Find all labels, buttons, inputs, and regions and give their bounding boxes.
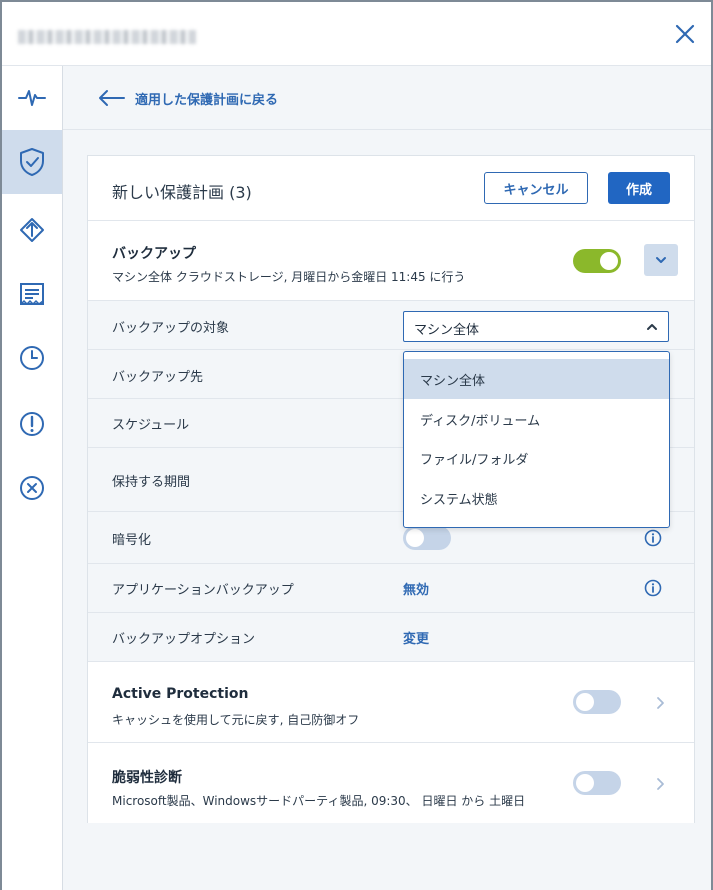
cancel-circle-icon [20, 476, 44, 500]
sidebar-item-deploy[interactable] [2, 198, 62, 262]
protection-plan-card: 新しい保護計画 (3) キャンセル 作成 バックアップ マシン全体 クラウドスト… [87, 155, 695, 823]
backup-section: バックアップ マシン全体 クラウドストレージ, 月曜日から金曜日 11:45 に… [88, 221, 694, 301]
chevron-up-icon [647, 324, 657, 330]
collapse-button[interactable] [644, 244, 678, 276]
backup-options-value[interactable]: 変更 [403, 628, 429, 647]
backup-options-label: バックアップオプション [112, 632, 256, 647]
sidebar-item-cancel[interactable] [2, 456, 62, 520]
active-protection-summary: キャッシュを使用して元に戻す, 自己防御オフ [112, 713, 360, 727]
dropdown-option[interactable]: ファイル/フォルダ [404, 438, 669, 478]
pulse-icon [18, 90, 46, 106]
sidebar-item-alerts[interactable] [2, 392, 62, 456]
row-backup-options: バックアップオプション 変更 [88, 613, 694, 662]
backup-target-select[interactable]: マシン全体 [403, 311, 669, 342]
active-protection-title: Active Protection [112, 686, 249, 702]
back-link[interactable]: 適用した保護計画に戻る [97, 86, 278, 110]
sidebar-item-protection[interactable] [2, 130, 62, 194]
arrow-left-icon [99, 90, 125, 106]
backup-target-label: バックアップの対象 [112, 321, 230, 336]
vulnerability-section[interactable]: 脆弱性診断 Microsoft製品、Windowsサードパーティ製品, 09:3… [88, 743, 694, 823]
dropdown-option[interactable]: システム状態 [404, 478, 669, 518]
shield-check-icon [20, 148, 44, 176]
app-backup-value[interactable]: 無効 [403, 579, 429, 598]
schedule-label: スケジュール [112, 418, 190, 433]
toggle-knob [600, 252, 618, 270]
main-content: 適用した保護計画に戻る 新しい保護計画 (3) キャンセル 作成 バックアップ … [63, 66, 711, 890]
vulnerability-summary: Microsoft製品、Windowsサードパーティ製品, 09:30、 日曜日… [112, 794, 526, 808]
row-app-backup: アプリケーションバックアップ 無効 [88, 564, 694, 613]
deploy-icon [20, 218, 44, 242]
toggle-knob [406, 529, 424, 547]
app-backup-label: アプリケーションバックアップ [112, 583, 294, 598]
vulnerability-title: 脆弱性診断 [112, 770, 182, 786]
plan-title: 新しい保護計画 (3) [112, 183, 252, 202]
backup-title: バックアップ [112, 246, 196, 262]
alert-icon [20, 412, 44, 436]
toggle-knob [576, 693, 594, 711]
sidebar-item-monitoring[interactable] [2, 66, 62, 130]
plan-header: 新しい保護計画 (3) キャンセル 作成 [88, 156, 694, 221]
dialog-header [2, 2, 711, 66]
backup-target-dropdown: マシン全体 ディスク/ボリューム ファイル/フォルダ システム状態 [403, 351, 670, 528]
clock-icon [20, 346, 44, 370]
retention-label: 保持する期間 [112, 475, 191, 490]
info-icon[interactable] [644, 529, 662, 547]
close-icon [675, 24, 695, 44]
cancel-button[interactable]: キャンセル [484, 172, 588, 204]
active-protection-section[interactable]: Active Protection キャッシュを使用して元に戻す, 自己防御オフ [88, 662, 694, 743]
sidebar-item-history[interactable] [2, 326, 62, 390]
backup-summary: マシン全体 クラウドストレージ, 月曜日から金曜日 11:45 に行う [112, 270, 466, 284]
dropdown-option[interactable]: マシン全体 [404, 359, 669, 399]
active-protection-toggle[interactable] [573, 690, 621, 714]
chevron-right-icon[interactable] [654, 695, 666, 711]
report-icon [20, 283, 44, 306]
encryption-label: 暗号化 [112, 533, 152, 548]
backup-destination-label: バックアップ先 [112, 370, 204, 385]
close-button[interactable] [673, 22, 697, 46]
sidebar-item-reports[interactable] [2, 262, 62, 326]
chevron-down-icon [656, 257, 666, 263]
chevron-right-icon[interactable] [654, 776, 666, 792]
dialog-window: 適用した保護計画に戻る 新しい保護計画 (3) キャンセル 作成 バックアップ … [0, 0, 713, 890]
blurred-title [18, 30, 196, 44]
create-button[interactable]: 作成 [608, 172, 670, 204]
vulnerability-toggle[interactable] [573, 771, 621, 795]
select-value: マシン全体 [414, 323, 480, 338]
toggle-knob [576, 774, 594, 792]
sidebar [2, 66, 63, 890]
back-bar: 適用した保護計画に戻る [63, 66, 711, 130]
backup-toggle[interactable] [573, 249, 621, 273]
info-icon[interactable] [644, 579, 662, 597]
dropdown-option[interactable]: ディスク/ボリューム [404, 399, 669, 439]
encryption-toggle[interactable] [403, 526, 451, 550]
back-link-label: 適用した保護計画に戻る [135, 92, 279, 108]
